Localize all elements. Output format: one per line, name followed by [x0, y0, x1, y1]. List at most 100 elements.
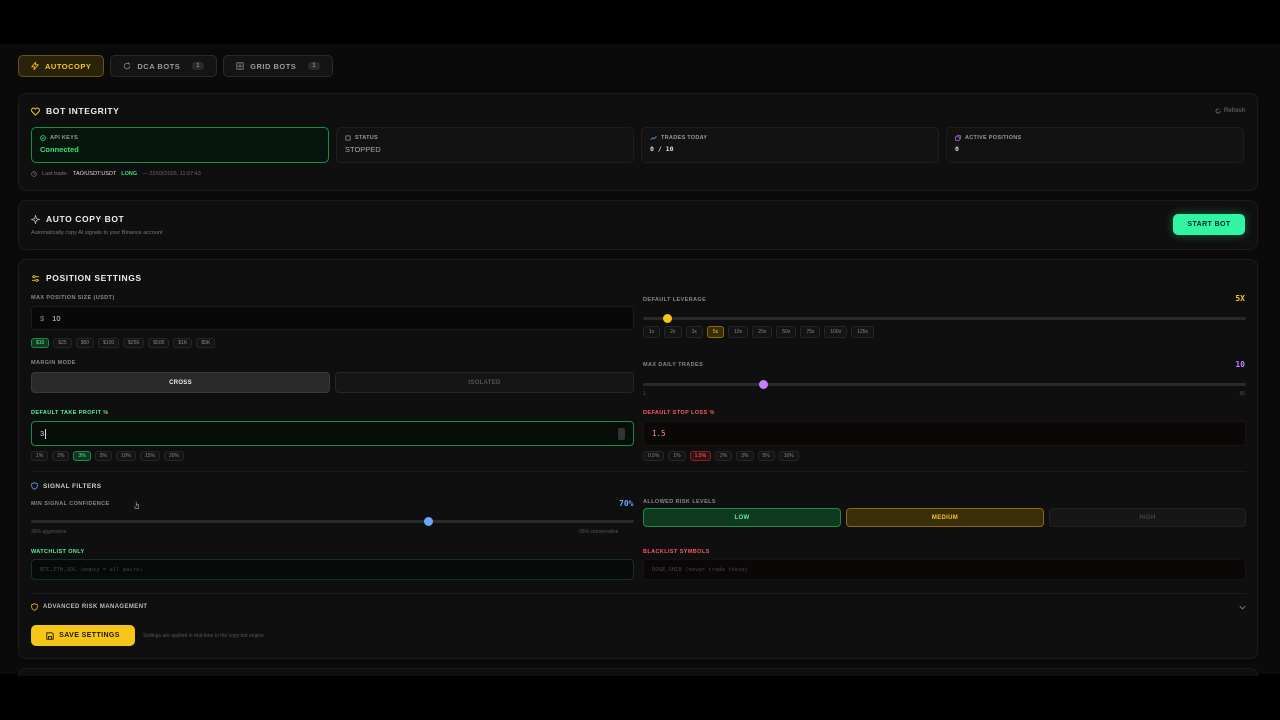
layers-icon [955, 135, 961, 141]
last-trade-pair: TAO/USDT:USDT [73, 171, 117, 177]
lightning-icon [31, 62, 39, 70]
daily-trades-slider-track[interactable] [643, 383, 1246, 386]
auto-copy-bot-card: AUTO COPY BOT Automatically copy AI sign… [18, 200, 1258, 250]
take-profit-value: 3 [40, 429, 45, 438]
risk-medium-option[interactable]: MEDIUM [846, 508, 1044, 527]
status-value: STOPPED [345, 145, 381, 154]
bot-tabs: AUTOCOPY DCA BOTS 1 GRID BOTS 1 [18, 55, 334, 77]
tab-dca-bots[interactable]: DCA BOTS 1 [110, 55, 218, 77]
divider [31, 471, 1246, 472]
sl-preset-chip[interactable]: 2% [715, 451, 733, 461]
trend-up-icon [650, 135, 657, 141]
leverage-preset-chip[interactable]: 75x [800, 326, 821, 338]
tp-preset-chip[interactable]: 10% [115, 451, 136, 461]
save-settings-button[interactable]: SAVE SETTINGS [31, 625, 135, 646]
daily-trades-min: 1 [643, 391, 646, 397]
sl-preset-chip[interactable]: 0.5% [643, 451, 665, 461]
divider [31, 593, 1246, 594]
trades-today-label: TRADES TODAY [650, 135, 930, 141]
max-daily-trades-value: 10 [1235, 360, 1245, 369]
watchlist-label: WATCHLIST ONLY [31, 549, 85, 555]
stop-loss-input[interactable]: 1.5 [643, 421, 1246, 446]
start-bot-button[interactable]: START BOT [1173, 214, 1245, 235]
blacklist-label: BLACKLIST SYMBOLS [643, 549, 710, 555]
leverage-preset-chip[interactable]: 10x [728, 326, 749, 338]
tp-preset-chip[interactable]: 5% [94, 451, 112, 461]
tab-autocopy[interactable]: AUTOCOPY [18, 55, 105, 77]
leverage-presets: 1x 2x 3x 5x 10x 20x 50x 75x 100x 125x [643, 326, 875, 338]
size-preset-chip[interactable]: $50 [75, 338, 95, 348]
leverage-slider-track[interactable] [643, 317, 1246, 320]
tab-grid-bots[interactable]: GRID BOTS 1 [223, 55, 334, 77]
leverage-preset-chip[interactable]: 2x [664, 326, 682, 338]
tab-label: DCA BOTS [137, 61, 181, 71]
leverage-label: DEFAULT LEVERAGE [643, 297, 707, 303]
watchlist-placeholder: BTC,ETH,SOL (empty = all pairs) [40, 566, 143, 573]
daily-trades-slider-handle[interactable] [759, 380, 769, 389]
bot-integrity-title: BOT INTEGRITY [31, 106, 119, 116]
tab-count-badge: 1 [192, 62, 205, 70]
leverage-preset-chip[interactable]: 125x [851, 326, 875, 338]
size-preset-chip[interactable]: $10 [31, 338, 50, 348]
risk-low-option[interactable]: LOW [643, 508, 841, 527]
size-preset-chip[interactable]: $500 [148, 338, 170, 348]
save-settings-note: Settings are applied in real-time to the… [143, 633, 264, 639]
margin-isolated-option[interactable]: ISOLATED [335, 372, 634, 393]
leverage-preset-chip[interactable]: 1x [643, 326, 661, 338]
sl-preset-chip[interactable]: 1.5% [689, 451, 712, 461]
watchlist-input[interactable]: BTC,ETH,SOL (empty = all pairs) [31, 559, 634, 580]
shield-icon [31, 482, 38, 490]
leverage-preset-chip[interactable]: 3x [685, 326, 703, 338]
sl-preset-chip[interactable]: 10% [778, 451, 799, 461]
size-preset-chip[interactable]: $5K [196, 338, 216, 348]
max-position-size-input[interactable]: $ 10 [31, 306, 634, 330]
tab-label: AUTOCOPY [45, 61, 92, 71]
last-trade-row: Last trade: TAO/USDT:USDT LONG — 22/03/2… [31, 171, 201, 177]
size-preset-chip[interactable]: $100 [98, 338, 120, 348]
bot-integrity-card: BOT INTEGRITY Refresh API KEYS Connected… [18, 93, 1258, 191]
api-keys-label: API KEYS [40, 135, 320, 141]
size-preset-chip[interactable]: $1K [173, 338, 193, 348]
leverage-preset-chip[interactable]: 50x [776, 326, 797, 338]
sl-preset-chip[interactable]: 1% [668, 451, 686, 461]
clock-icon [31, 171, 37, 177]
status-tile: STATUS STOPPED [336, 127, 634, 163]
size-preset-chip[interactable]: $250 [123, 338, 145, 348]
position-size-presets: $10 $25 $50 $100 $250 $500 $1K $5K [31, 338, 216, 348]
leverage-slider-handle[interactable] [662, 314, 672, 323]
stepper-arrows-icon[interactable] [618, 428, 625, 440]
leverage-preset-chip[interactable]: 100x [824, 326, 848, 338]
refresh-cycle-icon [123, 62, 131, 70]
margin-cross-option[interactable]: CROSS [31, 372, 330, 393]
square-icon [345, 135, 351, 141]
tp-preset-chip[interactable]: 2% [52, 451, 70, 461]
sl-preset-chip[interactable]: 5% [757, 451, 775, 461]
tp-preset-chip[interactable]: 3% [73, 451, 91, 461]
last-trade-time: — 22/03/2026, 11:07:43 [142, 171, 201, 177]
margin-mode-label: MARGIN MODE [31, 360, 76, 366]
take-profit-presets: 1% 2% 3% 5% 10% 15% 20% [31, 451, 184, 461]
refresh-link[interactable]: Refresh [1215, 108, 1245, 114]
risk-high-option[interactable]: HIGH [1049, 508, 1246, 527]
tp-preset-chip[interactable]: 15% [139, 451, 160, 461]
tp-preset-chip[interactable]: 20% [163, 451, 184, 461]
heart-icon [31, 107, 40, 116]
advanced-risk-toggle[interactable]: ADVANCED RISK MANAGEMENT [31, 603, 1246, 611]
size-preset-chip[interactable]: $25 [53, 338, 72, 348]
leverage-preset-chip[interactable]: 20x [752, 326, 773, 338]
confidence-slider-handle[interactable] [424, 517, 434, 526]
take-profit-input[interactable]: 3 [31, 421, 634, 446]
blacklist-input[interactable]: DOGE,SHIB (never trade these) [643, 559, 1246, 580]
confidence-slider-track[interactable] [31, 520, 634, 523]
max-position-size-label: MAX POSITION SIZE (USDT) [31, 295, 115, 301]
sl-preset-chip[interactable]: 3% [736, 451, 754, 461]
confidence-min: 30% aggressive [31, 529, 67, 535]
tp-preset-chip[interactable]: 1% [31, 451, 49, 461]
leverage-preset-chip[interactable]: 5x [706, 326, 725, 338]
shield-icon [31, 603, 38, 611]
confidence-max: 95% conservative [579, 529, 619, 535]
take-profit-label: DEFAULT TAKE PROFIT % [31, 410, 109, 416]
save-settings-label: SAVE SETTINGS [59, 632, 120, 639]
page: AUTOCOPY DCA BOTS 1 GRID BOTS 1 BOT INTE… [0, 44, 1280, 676]
min-confidence-label: MIN SIGNAL CONFIDENCE [31, 501, 110, 507]
